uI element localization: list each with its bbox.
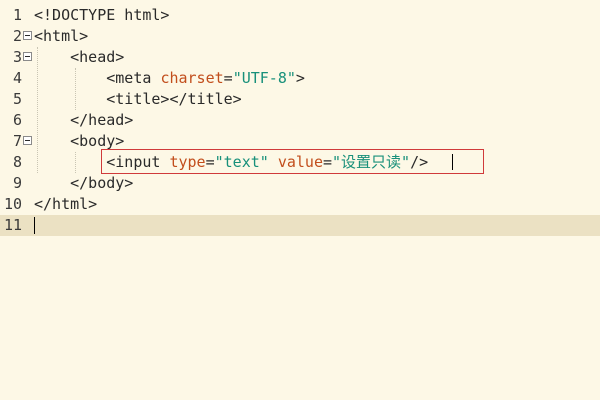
code-line[interactable]: 2 <html> (0, 26, 600, 47)
code-text[interactable]: </body> (34, 173, 133, 194)
code-text[interactable]: </head> (34, 110, 133, 131)
insertion-caret (452, 154, 453, 170)
code-line[interactable]: 9 </body> (0, 173, 600, 194)
fold-collapse-icon[interactable] (23, 52, 32, 61)
code-line[interactable]: 5 <title></title> (0, 89, 600, 110)
code-line-current[interactable]: 11 (0, 215, 600, 236)
line-number: 5 (12, 90, 22, 108)
line-number: 11 (3, 216, 22, 234)
code-token: <html> (34, 27, 89, 45)
line-number: 7 (12, 132, 22, 150)
line-number: 1 (12, 6, 22, 24)
code-token: <body> (34, 132, 125, 150)
code-line[interactable]: 3 <head> (0, 47, 600, 68)
line-number: 9 (12, 174, 22, 192)
text-cursor (34, 217, 35, 234)
indent-guide (37, 47, 38, 173)
code-text[interactable]: <html> (34, 26, 88, 47)
code-text[interactable]: </html> (34, 194, 97, 215)
code-token: </html> (34, 195, 98, 213)
code-line[interactable]: 1 <!DOCTYPE html> (0, 5, 600, 26)
line-number: 6 (12, 111, 22, 129)
line-number: 2 (12, 27, 22, 45)
code-token: <head> (34, 48, 125, 66)
code-text[interactable]: <!DOCTYPE html> (34, 5, 169, 26)
line-number: 3 (12, 48, 22, 66)
code-token: charset (160, 69, 224, 87)
code-token: = (223, 69, 233, 87)
code-line[interactable]: 10 </html> (0, 194, 600, 215)
indent-guide (75, 152, 76, 173)
code-line[interactable]: 6 </head> (0, 110, 600, 131)
fold-collapse-icon[interactable] (23, 31, 32, 40)
line-number: 4 (12, 69, 22, 87)
code-token: <title></title> (34, 90, 242, 108)
code-token: <!DOCTYPE html> (34, 6, 170, 24)
code-editor[interactable]: 1 <!DOCTYPE html> 2 <html> 3 <head> 4 <meta c… (0, 0, 600, 400)
code-token: </head> (34, 111, 134, 129)
highlight-annotation-box (101, 149, 484, 174)
code-line[interactable]: 4 <meta charset="UTF-8"> (0, 68, 600, 89)
fold-collapse-icon[interactable] (23, 136, 32, 145)
indent-guide (75, 68, 76, 110)
code-token: </body> (34, 174, 134, 192)
code-text[interactable]: <title></title> (34, 89, 242, 110)
code-token: > (295, 69, 305, 87)
code-token: <meta (34, 69, 161, 87)
line-number: 10 (3, 195, 22, 213)
code-token: "UTF-8" (232, 69, 296, 87)
code-text[interactable]: <head> (34, 47, 124, 68)
line-number: 8 (12, 153, 22, 171)
